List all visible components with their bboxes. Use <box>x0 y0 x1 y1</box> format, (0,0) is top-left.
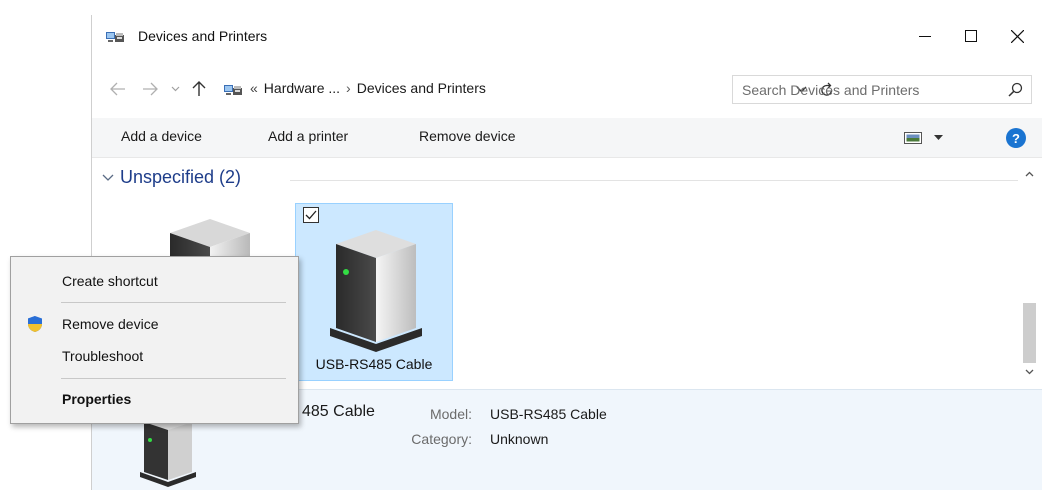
menu-item-label: Create shortcut <box>62 273 158 289</box>
forward-button[interactable] <box>138 72 162 106</box>
remove-device-button[interactable]: Remove device <box>419 128 516 144</box>
minimize-icon <box>919 36 931 37</box>
vertical-scrollbar[interactable] <box>1021 159 1038 389</box>
back-button[interactable] <box>106 72 130 106</box>
scroll-up-button[interactable] <box>1021 167 1038 181</box>
uac-shield-icon <box>28 316 42 332</box>
menu-item-troubleshoot[interactable]: Troubleshoot <box>11 342 298 370</box>
device-label: USB-RS485 Cable <box>315 356 433 372</box>
scrollbar-thumb[interactable] <box>1023 303 1036 363</box>
menu-item-create-shortcut[interactable]: Create shortcut <box>11 267 298 295</box>
up-button[interactable] <box>187 72 211 106</box>
menu-separator <box>61 302 286 303</box>
device-tile-usb-rs485-cable[interactable]: USB-RS485 Cable <box>295 203 453 381</box>
details-model-value: USB-RS485 Cable <box>490 406 607 422</box>
details-model-label: Model: <box>429 406 472 422</box>
minimize-button[interactable] <box>902 15 948 57</box>
chevron-up-icon <box>1025 171 1034 177</box>
breadcrumb-separator[interactable]: › <box>346 80 351 96</box>
maximize-icon <box>965 30 977 42</box>
group-label: Unspecified (2) <box>120 167 242 187</box>
close-icon <box>1010 29 1024 43</box>
menu-item-label: Properties <box>62 391 132 407</box>
details-category-label: Category: <box>411 431 472 447</box>
change-view-button[interactable] <box>904 128 954 148</box>
generic-device-icon <box>330 230 422 352</box>
chevron-down-icon <box>102 174 114 181</box>
menu-item-remove-device[interactable]: Remove device <box>11 310 298 338</box>
details-category-value: Unknown <box>490 431 549 447</box>
close-button[interactable] <box>994 15 1040 57</box>
scroll-down-button[interactable] <box>1021 365 1038 379</box>
details-device-name: 485 Cable <box>302 403 375 420</box>
devices-printers-icon <box>224 85 242 95</box>
forward-arrow-icon <box>143 82 158 96</box>
chevron-down-icon <box>171 86 179 92</box>
command-bar: Add a device Add a printer Remove device… <box>92 118 1042 158</box>
chevron-down-icon <box>1025 369 1034 375</box>
menu-separator <box>61 378 286 379</box>
breadcrumb-devices-and-printers[interactable]: Devices and Printers <box>357 80 486 96</box>
help-button[interactable]: ? <box>1006 128 1026 148</box>
add-printer-button[interactable]: Add a printer <box>268 128 348 144</box>
add-device-button[interactable]: Add a device <box>121 128 202 144</box>
devices-printers-icon <box>106 32 124 42</box>
breadcrumb-hardware[interactable]: Hardware ... <box>264 80 340 96</box>
search-placeholder: Search Devices and Printers <box>742 81 920 98</box>
search-input[interactable]: Search Devices and Printers <box>732 75 1032 104</box>
address-row: « Hardware ... › Devices and Printers Se… <box>92 72 1042 106</box>
menu-item-label: Troubleshoot <box>62 348 144 364</box>
search-icon <box>1008 82 1023 97</box>
maximize-button[interactable] <box>948 15 994 57</box>
group-divider <box>290 180 1018 181</box>
window-title: Devices and Printers <box>138 28 268 44</box>
back-arrow-icon <box>110 82 125 96</box>
generic-device-icon <box>140 414 196 487</box>
up-arrow-icon <box>192 81 206 96</box>
address-bar[interactable]: « Hardware ... › Devices and Printers <box>220 75 833 104</box>
title-bar[interactable]: Devices and Printers <box>92 15 1042 57</box>
recent-locations-button[interactable] <box>166 72 184 106</box>
view-options-icon <box>904 132 922 144</box>
group-header-unspecified[interactable]: Unspecified (2) <box>102 167 241 188</box>
context-menu: Create shortcut Remove device Troublesho… <box>10 256 299 424</box>
breadcrumb-overflow[interactable]: « <box>250 80 258 96</box>
menu-item-label: Remove device <box>62 316 159 332</box>
caret-down-icon <box>934 135 943 140</box>
menu-item-properties[interactable]: Properties <box>11 385 298 413</box>
